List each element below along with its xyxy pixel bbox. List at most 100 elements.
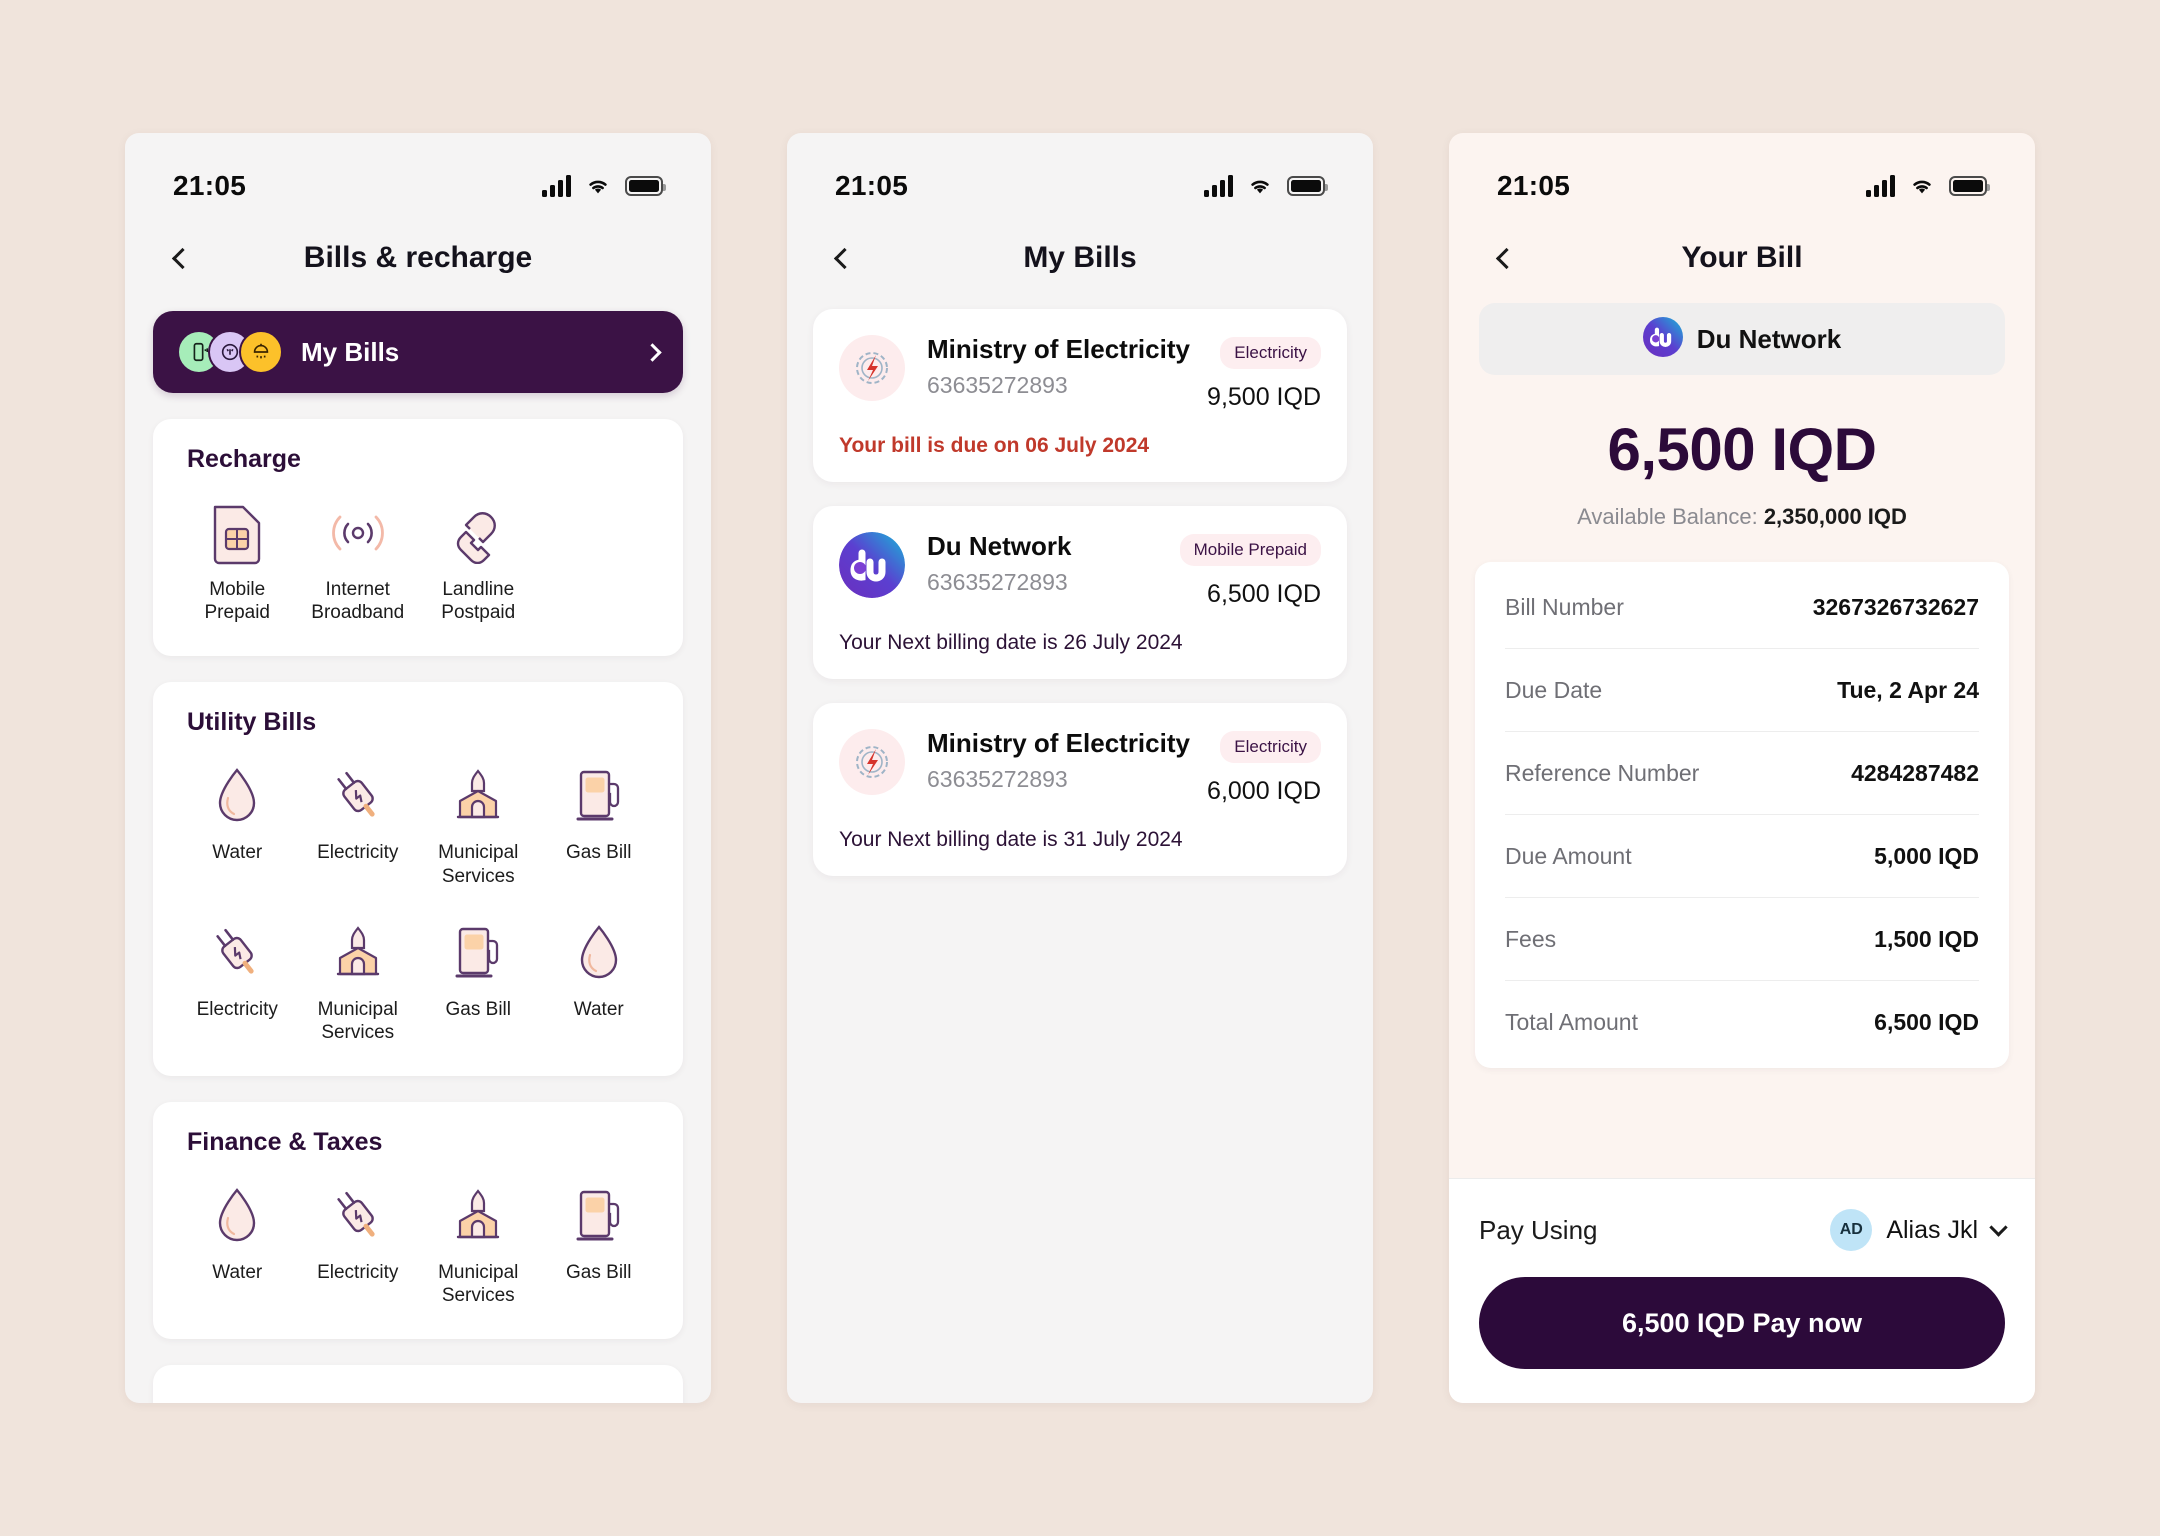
nav-bar: My Bills bbox=[787, 217, 1373, 299]
tile-landline-postpaid[interactable]: Landline Postpaid bbox=[418, 494, 539, 628]
payment-account-selector[interactable]: AD Alias Jkl bbox=[1830, 1209, 2008, 1251]
pay-using-row: Pay Using AD Alias Jkl bbox=[1479, 1209, 2008, 1251]
tile-label: Landline Postpaid bbox=[441, 579, 516, 624]
biller-account-number: 63635272893 bbox=[927, 765, 1068, 792]
tile-label: Water bbox=[573, 998, 624, 1020]
pay-now-button[interactable]: 6,500 IQD Pay now bbox=[1479, 1277, 2005, 1369]
tile-label: Water bbox=[212, 842, 263, 864]
bill-amount-block: Mobile Prepaid 6,500 IQD bbox=[1179, 532, 1321, 609]
page-title: Bills & recharge bbox=[303, 241, 533, 274]
pay-using-label: Pay Using bbox=[1479, 1214, 1598, 1245]
chevron-left-icon bbox=[171, 247, 193, 269]
municipal-building-icon bbox=[447, 1181, 509, 1251]
section-finance-and-taxes: Finance & Taxes Water Electricity Munici… bbox=[153, 1102, 683, 1340]
section-utility-bills: Utility Bills Water Electricity Municipa… bbox=[153, 682, 683, 1077]
section-title: Finance & Taxes bbox=[187, 1128, 383, 1157]
tile-label: Gas Bill bbox=[566, 1262, 632, 1284]
nav-bar: Your Bill bbox=[1449, 217, 2035, 299]
bill-card[interactable]: Ministry of Electricity 63635272893 Elec… bbox=[813, 703, 1347, 876]
bill-amount: 6,000 IQD bbox=[1207, 777, 1321, 805]
finance-tile-grid: Water Electricity Municipal Services Gas… bbox=[177, 1177, 659, 1311]
tile-label: Gas Bill bbox=[445, 998, 511, 1020]
bill-category-tag: Electricity bbox=[1220, 731, 1321, 763]
chevron-down-icon bbox=[1989, 1217, 2008, 1237]
tile-gas-bill-finance[interactable]: Gas Bill bbox=[539, 1177, 660, 1311]
table-row: Due Date Tue, 2 Apr 24 bbox=[1505, 649, 1979, 732]
water-drop-icon bbox=[213, 761, 261, 831]
my-bills-banner[interactable]: My Bills bbox=[153, 311, 683, 393]
water-drop-icon bbox=[213, 1181, 261, 1251]
status-icons bbox=[1866, 175, 1990, 197]
status-bar: 21:05 bbox=[1449, 133, 2035, 217]
table-row: Bill Number 3267326732627 bbox=[1505, 566, 1979, 649]
available-balance-label: Available Balance: bbox=[1577, 504, 1758, 529]
tile-gas-bill[interactable]: Gas Bill bbox=[539, 757, 660, 891]
tile-municipal-services-2[interactable]: Municipal Services bbox=[298, 914, 419, 1048]
available-balance: Available Balance: 2,350,000 IQD bbox=[1479, 504, 2005, 530]
row-value: 5,000 IQD bbox=[1874, 842, 1979, 869]
municipal-building-icon bbox=[447, 761, 509, 831]
plug-icon bbox=[327, 761, 389, 831]
tile-label: Water bbox=[212, 1262, 263, 1284]
available-balance-value: 2,350,000 IQD bbox=[1763, 504, 1907, 529]
tile-label: Internet Broadband bbox=[311, 579, 405, 624]
status-time: 21:05 bbox=[1497, 170, 1571, 201]
section-partial-next bbox=[153, 1365, 683, 1403]
biller-info: Ministry of Electricity 63635272893 bbox=[927, 334, 1207, 399]
wifi-icon bbox=[585, 176, 611, 196]
du-network-logo bbox=[1642, 316, 1683, 362]
bill-total-amount: 6,500 IQD bbox=[1607, 416, 1878, 483]
plug-icon bbox=[206, 918, 268, 988]
tile-electricity[interactable]: Electricity bbox=[298, 757, 419, 891]
battery-icon bbox=[1949, 176, 1990, 196]
row-label: Due Amount bbox=[1505, 842, 1632, 869]
row-label: Reference Number bbox=[1505, 759, 1700, 786]
battery-icon bbox=[625, 176, 666, 196]
municipal-building-icon bbox=[327, 918, 389, 988]
ministry-of-electricity-logo bbox=[839, 729, 905, 795]
tile-mobile-prepaid[interactable]: Mobile Prepaid bbox=[177, 494, 298, 628]
bill-card[interactable]: Du Network 63635272893 Mobile Prepaid 6,… bbox=[813, 506, 1347, 679]
tile-label: Electricity bbox=[317, 1262, 399, 1284]
tile-gas-bill-2[interactable]: Gas Bill bbox=[418, 914, 539, 1048]
bill-summary: Du Network 6,500 IQD Available Balance: … bbox=[1449, 299, 2035, 530]
bill-next-billing-note: Your Next billing date is 31 July 2024 bbox=[839, 828, 1183, 851]
table-row: Total Amount 6,500 IQD bbox=[1505, 981, 1979, 1064]
tile-municipal-services-finance[interactable]: Municipal Services bbox=[418, 1177, 539, 1311]
section-recharge: Recharge Mobile Prepaid Internet Broadband bbox=[153, 419, 683, 657]
status-bar: 21:05 bbox=[787, 133, 1373, 217]
section-title: Recharge bbox=[187, 445, 301, 473]
nav-bar: Bills & recharge bbox=[125, 217, 711, 299]
bill-amount-block: Electricity 9,500 IQD bbox=[1207, 335, 1321, 412]
phone-screen-your-bill: 21:05 Your Bill Du Network 6,500 IQD Ava… bbox=[1449, 133, 2035, 1403]
tile-municipal-services[interactable]: Municipal Services bbox=[418, 757, 539, 891]
phone-screen-bills-and-recharge: 21:05 Bills & recharge My Bills Recharge… bbox=[125, 133, 711, 1403]
tile-electricity-2[interactable]: Electricity bbox=[177, 914, 298, 1048]
wifi-icon bbox=[1247, 176, 1273, 196]
bills-recharge-body: My Bills Recharge Mobile Prepaid Interne… bbox=[125, 299, 711, 1403]
bill-card-header: Du Network 63635272893 Mobile Prepaid 6,… bbox=[839, 531, 1321, 609]
biller-name: Ministry of Electricity bbox=[927, 728, 1190, 758]
tile-internet-broadband[interactable]: Internet Broadband bbox=[298, 494, 419, 628]
back-button[interactable] bbox=[159, 235, 205, 281]
biller-name: Du Network bbox=[1696, 323, 1842, 354]
biller-account-number: 63635272893 bbox=[927, 568, 1068, 595]
chevron-right-icon bbox=[643, 342, 662, 362]
bill-details-table: Bill Number 3267326732627 Due Date Tue, … bbox=[1475, 562, 2009, 1068]
back-button[interactable] bbox=[821, 235, 867, 281]
biller-pill: Du Network bbox=[1479, 303, 2005, 375]
bill-card[interactable]: Ministry of Electricity 63635272893 Elec… bbox=[813, 309, 1347, 482]
row-label: Total Amount bbox=[1505, 1009, 1638, 1035]
tile-water-finance[interactable]: Water bbox=[177, 1177, 298, 1311]
status-bar: 21:05 bbox=[125, 133, 711, 217]
tile-water-2[interactable]: Water bbox=[539, 914, 660, 1048]
recharge-tile-grid: Mobile Prepaid Internet Broadband Landline… bbox=[177, 494, 659, 628]
bill-amount: 9,500 IQD bbox=[1207, 383, 1321, 411]
tile-water[interactable]: Water bbox=[177, 757, 298, 891]
status-icons bbox=[542, 175, 666, 197]
row-value: 3267326732627 bbox=[1812, 593, 1979, 620]
gas-pump-icon bbox=[450, 918, 506, 988]
back-button[interactable] bbox=[1483, 235, 1529, 281]
tile-electricity-finance[interactable]: Electricity bbox=[298, 1177, 419, 1311]
du-network-logo bbox=[839, 532, 905, 598]
